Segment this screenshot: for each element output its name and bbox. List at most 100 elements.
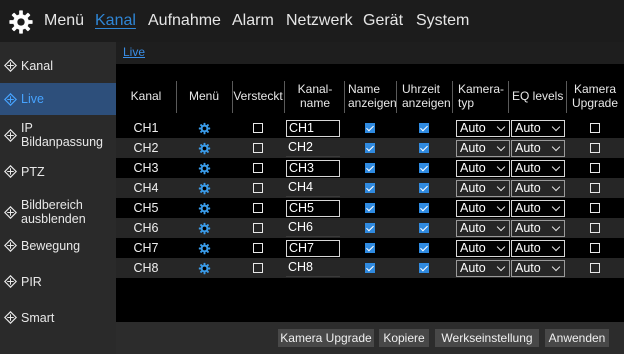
checkbox[interactable]	[590, 263, 600, 273]
channel-menu-button[interactable]	[176, 198, 232, 218]
show-time-checkbox[interactable]	[396, 258, 452, 278]
copy-button[interactable]: Kopiere	[379, 329, 429, 347]
channel-menu-button[interactable]	[176, 138, 232, 158]
hidden-checkbox[interactable]	[232, 138, 284, 158]
topnav-netzwerk[interactable]: Netzwerk	[286, 12, 353, 30]
show-time-checkbox[interactable]	[396, 238, 452, 258]
channel-name-field[interactable]: CH8	[286, 260, 340, 277]
checkbox[interactable]	[419, 143, 429, 153]
show-name-checkbox[interactable]	[344, 118, 396, 138]
checkbox[interactable]	[590, 223, 600, 233]
eq-level-select[interactable]: Auto	[511, 120, 565, 137]
topnav-kanal[interactable]: Kanal	[95, 12, 136, 30]
camera-upgrade-checkbox[interactable]	[566, 158, 624, 178]
channel-menu-button[interactable]	[176, 238, 232, 258]
checkbox[interactable]	[590, 123, 600, 133]
channel-name-field[interactable]: CH6	[286, 220, 340, 237]
sidebar-item-smart[interactable]: Smart	[0, 304, 116, 331]
checkbox[interactable]	[419, 123, 429, 133]
show-name-checkbox[interactable]	[344, 238, 396, 258]
channel-name-field[interactable]: CH5	[286, 200, 340, 217]
checkbox[interactable]	[253, 223, 263, 233]
channel-name-field[interactable]: CH2	[286, 140, 340, 157]
eq-level-select[interactable]: Auto	[511, 180, 565, 197]
checkbox[interactable]	[590, 143, 600, 153]
checkbox[interactable]	[365, 223, 375, 233]
checkbox[interactable]	[365, 263, 375, 273]
camera-type-select[interactable]: Auto	[456, 140, 510, 157]
channel-name-field[interactable]: CH3	[286, 160, 340, 177]
hidden-checkbox[interactable]	[232, 118, 284, 138]
show-name-checkbox[interactable]	[344, 198, 396, 218]
factory-default-button[interactable]: Werkseinstellung	[435, 329, 539, 347]
checkbox[interactable]	[419, 223, 429, 233]
checkbox[interactable]	[419, 243, 429, 253]
show-name-checkbox[interactable]	[344, 258, 396, 278]
show-time-checkbox[interactable]	[396, 218, 452, 238]
breadcrumb[interactable]: Live	[123, 45, 145, 59]
checkbox[interactable]	[253, 203, 263, 213]
eq-level-select[interactable]: Auto	[511, 140, 565, 157]
hidden-checkbox[interactable]	[232, 258, 284, 278]
camera-type-select[interactable]: Auto	[456, 180, 510, 197]
sidebar-item-ip[interactable]: IP Bildanpassung	[0, 118, 116, 152]
hidden-checkbox[interactable]	[232, 218, 284, 238]
channel-menu-button[interactable]	[176, 218, 232, 238]
checkbox[interactable]	[365, 163, 375, 173]
eq-level-select[interactable]: Auto	[511, 260, 565, 277]
checkbox[interactable]	[365, 123, 375, 133]
hidden-checkbox[interactable]	[232, 238, 284, 258]
checkbox[interactable]	[253, 163, 263, 173]
checkbox[interactable]	[365, 143, 375, 153]
eq-level-select[interactable]: Auto	[511, 240, 565, 257]
show-time-checkbox[interactable]	[396, 138, 452, 158]
topnav-menu[interactable]: Menü	[44, 12, 84, 30]
checkbox[interactable]	[419, 203, 429, 213]
checkbox[interactable]	[590, 183, 600, 193]
checkbox[interactable]	[253, 263, 263, 273]
show-time-checkbox[interactable]	[396, 178, 452, 198]
show-time-checkbox[interactable]	[396, 118, 452, 138]
camera-upgrade-checkbox[interactable]	[566, 218, 624, 238]
show-time-checkbox[interactable]	[396, 158, 452, 178]
sidebar-item-bildbereich[interactable]: Bildbereich ausblenden	[0, 193, 116, 231]
show-name-checkbox[interactable]	[344, 178, 396, 198]
gear-icon[interactable]	[8, 9, 34, 35]
checkbox[interactable]	[365, 243, 375, 253]
sidebar-item-kanal[interactable]: Kanal	[0, 52, 116, 79]
checkbox[interactable]	[419, 263, 429, 273]
channel-menu-button[interactable]	[176, 178, 232, 198]
topnav-aufnahme[interactable]: Aufnahme	[148, 12, 221, 30]
hidden-checkbox[interactable]	[232, 198, 284, 218]
channel-menu-button[interactable]	[176, 158, 232, 178]
topnav-system[interactable]: System	[416, 12, 469, 30]
sidebar-item-pir[interactable]: PIR	[0, 268, 116, 295]
checkbox[interactable]	[253, 243, 263, 253]
camera-type-select[interactable]: Auto	[456, 160, 510, 177]
checkbox[interactable]	[590, 163, 600, 173]
checkbox[interactable]	[419, 183, 429, 193]
camera-type-select[interactable]: Auto	[456, 260, 510, 277]
topnav-geraet[interactable]: Gerät	[363, 12, 403, 30]
camera-upgrade-checkbox[interactable]	[566, 178, 624, 198]
checkbox[interactable]	[419, 163, 429, 173]
checkbox[interactable]	[590, 203, 600, 213]
eq-level-select[interactable]: Auto	[511, 160, 565, 177]
camera-upgrade-button[interactable]: Kamera Upgrade	[278, 329, 374, 347]
checkbox[interactable]	[365, 203, 375, 213]
channel-name-field[interactable]: CH4	[286, 180, 340, 197]
camera-type-select[interactable]: Auto	[456, 120, 510, 137]
checkbox[interactable]	[365, 183, 375, 193]
camera-upgrade-checkbox[interactable]	[566, 258, 624, 278]
show-name-checkbox[interactable]	[344, 158, 396, 178]
eq-level-select[interactable]: Auto	[511, 200, 565, 217]
show-name-checkbox[interactable]	[344, 218, 396, 238]
channel-menu-button[interactable]	[176, 118, 232, 138]
camera-upgrade-checkbox[interactable]	[566, 238, 624, 258]
camera-type-select[interactable]: Auto	[456, 200, 510, 217]
channel-menu-button[interactable]	[176, 258, 232, 278]
channel-name-field[interactable]: CH1	[286, 120, 340, 137]
checkbox[interactable]	[253, 183, 263, 193]
checkbox[interactable]	[590, 243, 600, 253]
channel-name-field[interactable]: CH7	[286, 240, 340, 257]
